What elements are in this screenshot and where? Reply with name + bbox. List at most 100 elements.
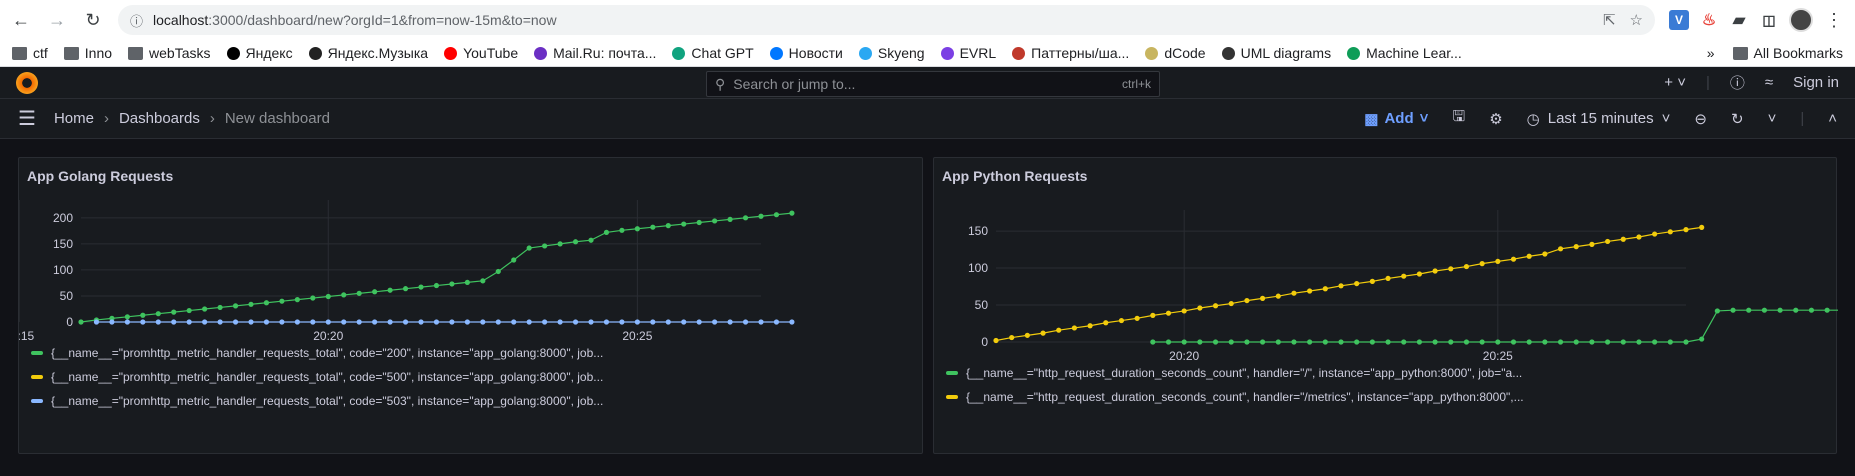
x-tick-label: 20:25	[622, 329, 652, 343]
bookmark-item[interactable]: webTasks	[128, 45, 211, 61]
data-point	[140, 312, 146, 318]
data-point	[402, 319, 409, 325]
data-point	[464, 319, 470, 325]
bookmark-item[interactable]: Mail.Ru: почта...	[534, 45, 656, 61]
data-point	[1275, 339, 1281, 345]
y-tick-label: 100	[53, 263, 73, 277]
data-point	[186, 307, 192, 314]
panel-golang[interactable]: App Golang Requests 05010015020020:1520:…	[18, 157, 923, 454]
data-point	[387, 287, 393, 293]
extension-v-icon[interactable]: V	[1669, 10, 1689, 30]
more-bookmarks-button[interactable]: »	[1707, 45, 1715, 61]
menu-icon[interactable]: ☰	[18, 106, 36, 131]
data-point	[1808, 307, 1815, 313]
settings-gear-icon[interactable]: ⚙	[1489, 110, 1502, 128]
rss-icon[interactable]: ≈	[1765, 74, 1773, 91]
dashboard-grid: App Golang Requests 05010015020020:1520:…	[0, 139, 1855, 476]
bookmark-item[interactable]: Яндекс.Музыка	[308, 45, 428, 61]
python-chart: 05010015020:1520:2020:25	[968, 210, 1838, 363]
legend-label: {__name__="promhttp_metric_handler_reque…	[51, 346, 604, 360]
data-point	[325, 319, 331, 325]
extensions-puzzle-icon[interactable]: ▰	[1729, 10, 1749, 30]
address-bar[interactable]: ⓘ localhost:3000/dashboard/new?orgId=1&f…	[118, 5, 1655, 35]
grafana-logo-icon[interactable]	[16, 71, 38, 94]
data-point	[773, 319, 780, 325]
share-icon[interactable]: ⇱	[1603, 11, 1616, 29]
bookmark-item[interactable]: YouTube	[444, 45, 518, 61]
back-icon[interactable]: ←	[10, 9, 32, 31]
bookmark-item[interactable]: Inno	[63, 45, 112, 61]
data-point	[758, 213, 764, 219]
sign-in-link[interactable]: Sign in	[1793, 74, 1839, 91]
breadcrumb-dashboards[interactable]: Dashboards	[119, 110, 200, 127]
data-point	[1369, 339, 1375, 345]
evrl-icon	[940, 46, 954, 60]
data-point	[1620, 339, 1626, 345]
series-line	[1152, 309, 1838, 343]
bookmark-star-icon[interactable]: ☆	[1630, 11, 1643, 29]
browser-toolbar: ← → ↻ ⓘ localhost:3000/dashboard/new?org…	[0, 0, 1855, 40]
reload-icon[interactable]: ↻	[82, 9, 104, 31]
data-point	[449, 281, 455, 287]
forward-icon[interactable]: →	[46, 9, 68, 31]
legend-item[interactable]: {__name__="promhttp_metric_handler_reque…	[31, 345, 603, 361]
bookmark-item[interactable]: dCode	[1145, 45, 1206, 61]
data-point	[511, 319, 517, 325]
breadcrumb: Home › Dashboards › New dashboard	[54, 110, 330, 127]
data-point	[1181, 339, 1187, 345]
dashboard-navbar: ☰ Home › Dashboards › New dashboard ▩ Ad…	[0, 99, 1855, 139]
legend-item[interactable]: {__name__="http_request_duration_seconds…	[946, 365, 1524, 381]
all-bookmarks-button[interactable]: All Bookmarks	[1732, 45, 1843, 61]
data-point	[1636, 339, 1642, 345]
bookmark-item[interactable]: ctf	[12, 45, 48, 61]
bookmark-item[interactable]: Паттерны/ша...	[1012, 45, 1129, 61]
bookmark-label: YouTube	[463, 45, 519, 61]
bookmark-item[interactable]: Machine Lear...	[1347, 45, 1462, 61]
data-point	[263, 319, 270, 325]
bookmark-label: ctf	[33, 45, 48, 61]
bookmark-item[interactable]: Новости	[769, 45, 843, 61]
search-shortcut: ctrl+k	[1121, 77, 1151, 91]
data-point	[495, 319, 501, 325]
data-point	[1463, 339, 1470, 345]
refresh-icon[interactable]: ↻	[1731, 110, 1744, 128]
breadcrumb-home[interactable]: Home	[54, 110, 94, 127]
legend-item[interactable]: {__name__="promhttp_metric_handler_reque…	[31, 393, 603, 409]
search-input[interactable]: ⚲ Search or jump to... ctrl+k	[706, 71, 1160, 97]
site-info-icon[interactable]: ⓘ	[130, 11, 143, 30]
save-icon[interactable]: 🖫	[1452, 106, 1465, 131]
data-point	[696, 319, 702, 325]
data-point	[1024, 332, 1030, 338]
time-picker[interactable]: ◷ Last 15 minutes ˅	[1527, 110, 1671, 128]
legend-swatch	[31, 375, 43, 379]
browser-menu-icon[interactable]: ⋮	[1823, 9, 1845, 31]
side-panel-icon[interactable]: ◫	[1759, 10, 1779, 30]
bookmark-item[interactable]: Яндекс	[226, 45, 293, 61]
legend-item[interactable]: {__name__="promhttp_metric_handler_reque…	[31, 369, 603, 385]
collapse-chevron-up-icon[interactable]: ˄	[1828, 110, 1837, 127]
url-rest: :3000/dashboard/new?orgId=1&from=now-15m…	[208, 12, 557, 28]
data-point	[1338, 283, 1344, 289]
add-button[interactable]: ▩ Add ˅	[1364, 110, 1428, 128]
data-point	[1667, 339, 1673, 345]
bookmark-item[interactable]: EVRL	[940, 45, 996, 61]
bookmark-item[interactable]: Skyeng	[858, 45, 925, 61]
add-label: Add	[1384, 110, 1414, 127]
new-plus-icon[interactable]: + ˅	[1664, 74, 1686, 91]
mailru-icon	[534, 46, 548, 60]
x-tick-label: 20:20	[313, 329, 343, 343]
bookmark-item[interactable]: UML diagrams	[1221, 45, 1331, 61]
data-point	[1432, 339, 1438, 345]
refresh-interval-chevron-icon[interactable]: ˅	[1768, 110, 1777, 127]
bookmark-item[interactable]: Chat GPT	[672, 45, 754, 61]
help-icon[interactable]: ⓘ	[1730, 72, 1745, 93]
data-point	[619, 227, 625, 233]
data-point	[1197, 305, 1203, 311]
bookmark-label: Паттерны/ша...	[1031, 45, 1130, 61]
legend-item[interactable]: {__name__="http_request_duration_seconds…	[946, 389, 1524, 405]
profile-avatar[interactable]	[1789, 8, 1813, 32]
extension-fire-icon[interactable]: ♨	[1699, 10, 1719, 30]
panel-python[interactable]: App Python Requests 05010015020:1520:202…	[933, 157, 1838, 454]
data-point	[526, 319, 532, 325]
zoom-out-icon[interactable]: ⊖	[1694, 110, 1707, 128]
